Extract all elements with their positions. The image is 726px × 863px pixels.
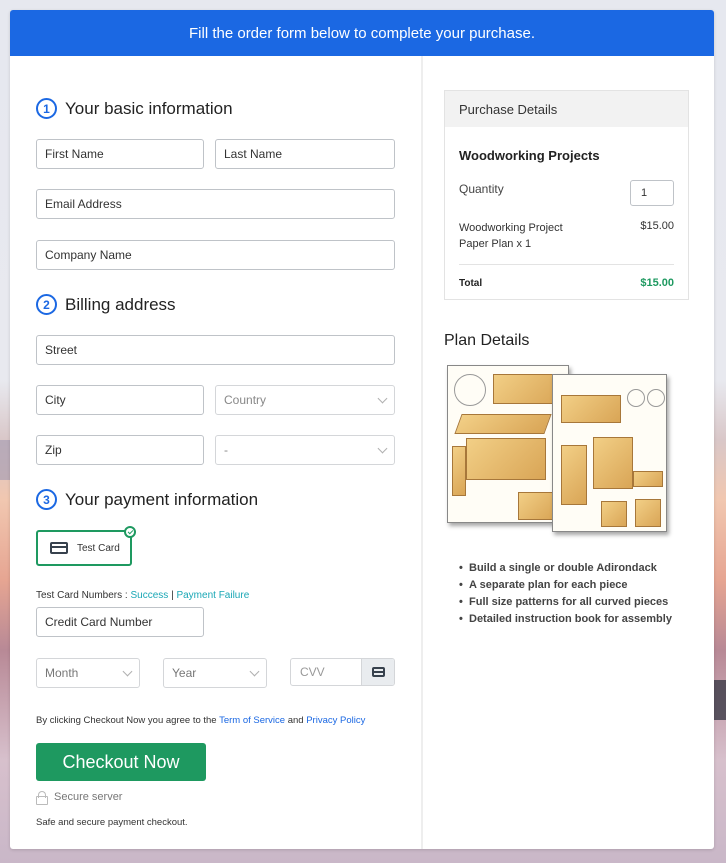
- banner-text: Fill the order form below to complete yo…: [189, 24, 535, 42]
- city-input[interactable]: City: [36, 385, 204, 415]
- order-form-card: Fill the order form below to complete yo…: [10, 10, 714, 849]
- feature-item: Full size patterns for all curved pieces: [459, 594, 689, 611]
- month-select-value: Month: [45, 666, 79, 680]
- first-name-input[interactable]: First Name: [36, 139, 204, 169]
- section-basic-info-title: 1 Your basic information: [36, 98, 233, 119]
- credit-card-icon: [371, 667, 385, 677]
- state-select-value: -: [224, 443, 228, 457]
- step-number-badge: 1: [36, 98, 57, 119]
- terms-of-service-link[interactable]: Term of Service: [219, 715, 285, 726]
- plan-features-list: Build a single or double Adirondack A se…: [459, 560, 689, 628]
- checkout-now-button[interactable]: Checkout Now: [36, 743, 206, 781]
- credit-card-number-input[interactable]: Credit Card Number: [36, 607, 204, 637]
- order-summary: Purchase Details Woodworking Projects Qu…: [423, 56, 714, 849]
- cvv-help-button[interactable]: [361, 659, 394, 685]
- state-select[interactable]: -: [215, 435, 395, 465]
- year-select-value: Year: [172, 666, 197, 680]
- section-payment-title: 3 Your payment information: [36, 489, 258, 510]
- safe-checkout-note: Safe and secure payment checkout.: [36, 817, 188, 828]
- company-name-input[interactable]: Company Name: [36, 240, 395, 270]
- purchase-details-box: Purchase Details Woodworking Projects Qu…: [444, 90, 689, 300]
- total-label: Total: [459, 278, 483, 289]
- payment-method-label: Test Card: [77, 542, 120, 554]
- payment-method-test-card[interactable]: Test Card: [36, 526, 136, 566]
- order-form: 1 Your basic information First Name Last…: [10, 56, 422, 849]
- product-name: Woodworking Projects: [459, 148, 600, 163]
- plan-image: [444, 362, 669, 537]
- line-item-description: Woodworking Project Paper Plan x 1: [459, 222, 563, 250]
- privacy-policy-link[interactable]: Privacy Policy: [306, 715, 365, 726]
- chevron-down-icon: [122, 666, 133, 676]
- background-scenery: [712, 680, 726, 720]
- plan-sheet-back: [552, 374, 667, 532]
- quantity-label: Quantity: [459, 182, 504, 196]
- chevron-down-icon: [249, 666, 260, 676]
- section-title-text: Billing address: [65, 294, 176, 314]
- chevron-down-icon: [377, 443, 388, 453]
- line-item-price: $15.00: [640, 220, 674, 232]
- country-select[interactable]: Country: [215, 385, 395, 415]
- purchase-details-header: Purchase Details: [445, 91, 688, 127]
- step-number-badge: 2: [36, 294, 57, 315]
- success-link[interactable]: Success: [130, 590, 168, 601]
- section-title-text: Your basic information: [65, 98, 233, 118]
- plan-details-title: Plan Details: [444, 332, 530, 349]
- section-billing-title: 2 Billing address: [36, 294, 176, 315]
- terms-text: By clicking Checkout Now you agree to th…: [36, 715, 365, 726]
- feature-item: Detailed instruction book for assembly: [459, 611, 689, 628]
- month-select[interactable]: Month: [36, 658, 140, 688]
- credit-card-icon: [50, 542, 68, 554]
- terms-prefix: By clicking Checkout Now you agree to th…: [36, 715, 217, 726]
- chevron-down-icon: [377, 393, 388, 403]
- total-value: $15.00: [640, 277, 674, 289]
- test-card-numbers: Test Card Numbers : Success | Payment Fa…: [36, 590, 249, 601]
- test-card-numbers-label: Test Card Numbers :: [36, 590, 128, 601]
- street-input[interactable]: Street: [36, 335, 395, 365]
- link-separator: |: [171, 590, 174, 601]
- step-number-badge: 3: [36, 489, 57, 510]
- cvv-input[interactable]: CVV: [291, 659, 361, 685]
- quantity-input[interactable]: 1: [630, 180, 674, 206]
- feature-item: Build a single or double Adirondack: [459, 560, 689, 577]
- summary-divider: [459, 264, 674, 265]
- feature-item: A separate plan for each piece: [459, 577, 689, 594]
- last-name-input[interactable]: Last Name: [215, 139, 395, 169]
- plan-sheet-front: [447, 365, 569, 523]
- country-select-value: Country: [224, 393, 267, 407]
- cvv-field: CVV: [290, 658, 395, 686]
- lock-icon: [36, 791, 48, 805]
- email-input[interactable]: Email Address: [36, 189, 395, 219]
- zip-input[interactable]: Zip: [36, 435, 204, 465]
- secure-server-label: Secure server: [54, 791, 123, 803]
- check-circle-icon: [124, 526, 136, 538]
- year-select[interactable]: Year: [163, 658, 267, 688]
- terms-and: and: [287, 715, 304, 726]
- secure-server-note: Secure server: [36, 791, 123, 805]
- payment-failure-link[interactable]: Payment Failure: [176, 590, 249, 601]
- header-banner: Fill the order form below to complete yo…: [10, 10, 714, 56]
- section-title-text: Your payment information: [65, 489, 259, 509]
